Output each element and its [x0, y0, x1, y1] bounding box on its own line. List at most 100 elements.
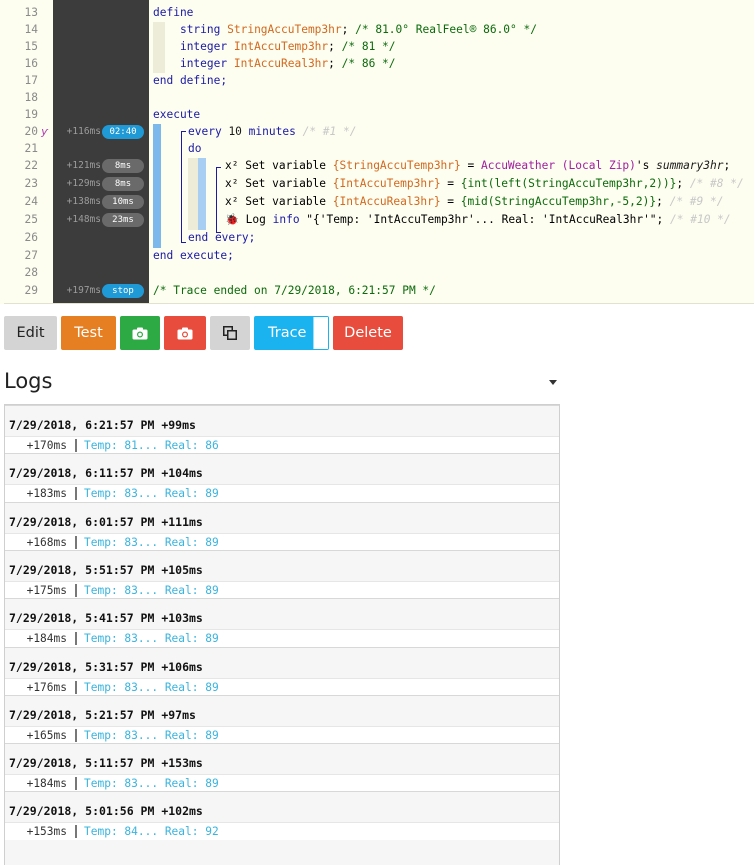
code-text: x² Set variable {IntAccuReal3hr} = {mid(… — [225, 195, 724, 208]
camera-snapshot-anon-button[interactable] — [164, 316, 206, 350]
log-level-bar — [75, 680, 77, 694]
log-message: Temp: 83... Real: 89 — [84, 632, 219, 646]
line-number: 21 — [24, 142, 38, 155]
log-line: +170ms Temp: 81... Real: 86 — [5, 436, 559, 454]
code-text: integer IntAccuReal3hr; /* 86 */ — [179, 57, 396, 70]
log-message: Temp: 83... Real: 89 — [84, 728, 219, 742]
code-line: 24 +138ms 10ms x² Set variable {IntAccuReal… — [0, 193, 754, 210]
log-entry: 7/29/2018, 6:01:57 PM +111ms +168ms Temp: … — [5, 501, 559, 551]
log-offset: +176ms — [26, 680, 67, 694]
line-number: 19 — [24, 108, 38, 121]
trace-toggle[interactable]: Trace — [254, 316, 329, 350]
log-level-bar — [75, 632, 77, 646]
code-text: end define; — [153, 74, 228, 87]
code-text: /* Trace ended on 7/29/2018, 6:21:57 PM … — [153, 284, 436, 297]
edit-button[interactable]: Edit — [4, 316, 57, 350]
log-level-bar — [75, 439, 77, 452]
code-line: 29 +197ms stop /* Trace ended on 7/29/2018,… — [0, 282, 754, 299]
log-timestamp: 7/29/2018, 5:11:57 PM +153ms — [9, 756, 203, 771]
log-offset: +184ms — [26, 632, 67, 646]
log-line: +165ms Temp: 83... Real: 89 — [5, 725, 559, 744]
log-timestamp: 7/29/2018, 5:31:57 PM +106ms — [9, 659, 203, 674]
log-entry: 7/29/2018, 5:51:57 PM +105ms +175ms Temp: … — [5, 549, 559, 599]
line-number: 14 — [24, 23, 38, 36]
copy-icon — [223, 326, 237, 340]
trace-time: +197ms — [66, 285, 101, 296]
log-line: +168ms Temp: 83... Real: 89 — [5, 532, 559, 551]
line-number: 25 — [24, 213, 38, 226]
code-line: 25 +148ms 23ms 🐞 Log info "{'Temp: 'IntAccu… — [0, 211, 754, 228]
log-entry-header: 7/29/2018, 5:51:57 PM +105ms — [5, 549, 559, 582]
log-entry: 7/29/2018, 5:11:57 PM +153ms +184ms Temp: … — [5, 743, 559, 793]
log-level-bar — [75, 583, 77, 597]
log-entry-header: 7/29/2018, 6:11:57 PM +104ms — [5, 453, 559, 486]
trace-time: +129ms — [66, 178, 101, 189]
log-entry: 7/29/2018, 5:41:57 PM +103ms +184ms Temp: … — [5, 598, 559, 648]
log-entry-header: 7/29/2018, 5:11:57 PM +153ms — [5, 743, 559, 776]
line-number: 27 — [24, 249, 38, 262]
code-line: 23 +129ms 8ms x² Set variable {IntAccuTemp3… — [0, 175, 754, 192]
log-timestamp: 7/29/2018, 5:21:57 PM +97ms — [9, 707, 196, 722]
line-number: 13 — [24, 6, 38, 19]
log-offset: +175ms — [26, 583, 67, 597]
trace-duration-badge: 02:40 — [102, 124, 144, 139]
code-text: 🐞 Log info "{'Temp: 'IntAccuTemp3hr'... … — [225, 213, 731, 226]
line-number: 18 — [24, 91, 38, 104]
log-offset: +170ms — [26, 439, 67, 452]
code-text: define — [153, 6, 194, 19]
code-line: 20 ƴ +116ms 02:40 every 10 minutes /* #1 */ — [0, 123, 754, 140]
line-number: 22 — [24, 159, 38, 172]
log-level-bar — [75, 825, 77, 839]
code-line: 21 do — [0, 140, 754, 157]
toggle-switch-knob — [313, 317, 328, 349]
camera-icon — [177, 327, 193, 340]
code-line: 17 end define; — [0, 72, 754, 89]
log-timestamp: 7/29/2018, 5:41:57 PM +103ms — [9, 611, 203, 626]
code-text: x² Set variable {StringAccuTemp3hr} = Ac… — [225, 159, 731, 172]
log-entry: 7/29/2018, 6:11:57 PM +104ms +183ms Temp: … — [5, 453, 559, 503]
code-line: 22 +121ms 8ms x² Set variable {StringAccuTe… — [0, 157, 754, 174]
piston-code-panel: 13 define 14 string StringAccuTemp3hr; /* … — [0, 0, 754, 304]
log-entry-header: 7/29/2018, 5:01:56 PM +102ms — [5, 791, 559, 824]
code-line: 14 string StringAccuTemp3hr; /* 81.0° Re… — [0, 21, 754, 38]
camera-snapshot-button[interactable] — [120, 316, 160, 350]
camera-icon — [132, 327, 148, 340]
code-line: 13 define — [0, 4, 754, 21]
duplicate-button[interactable] — [210, 316, 250, 350]
log-entry-header: 7/29/2018, 6:01:57 PM +111ms — [5, 501, 559, 534]
log-line: +175ms Temp: 83... Real: 89 — [5, 580, 559, 599]
log-level-bar — [75, 777, 77, 791]
log-line: +183ms Temp: 83... Real: 89 — [5, 484, 559, 503]
logs-title: Logs — [4, 369, 53, 393]
log-message: Temp: 81... Real: 86 — [84, 439, 219, 452]
line-number: 16 — [24, 57, 38, 70]
log-entry-header: 7/29/2018, 5:31:57 PM +106ms — [5, 646, 559, 679]
logs-list: 7/29/2018, 6:21:57 PM +99ms +170ms Temp: 8… — [4, 404, 560, 865]
code-text: execute — [153, 108, 201, 121]
log-line: +176ms Temp: 83... Real: 89 — [5, 677, 559, 696]
trace-duration-badge: 10ms — [102, 194, 144, 209]
test-button[interactable]: Test — [61, 316, 116, 350]
chevron-down-icon[interactable] — [549, 380, 557, 385]
log-offset: +183ms — [26, 487, 67, 501]
log-message: Temp: 84... Real: 92 — [84, 825, 219, 839]
code-text: end execute; — [153, 249, 234, 262]
code-line: 16 integer IntAccuReal3hr; /* 86 */ — [0, 55, 754, 72]
log-message: Temp: 83... Real: 89 — [84, 583, 219, 597]
log-offset: +153ms — [26, 825, 67, 839]
delete-button[interactable]: Delete — [333, 316, 403, 350]
line-number: 28 — [24, 266, 38, 279]
line-number: 24 — [24, 195, 38, 208]
line-number: 26 — [24, 231, 38, 244]
code-line: 18 — [0, 89, 754, 106]
log-message: Temp: 83... Real: 89 — [84, 680, 219, 694]
line-number: 15 — [24, 40, 38, 53]
log-level-bar — [75, 487, 77, 501]
log-entry: 7/29/2018, 5:01:56 PM +102ms +153ms Temp: … — [5, 791, 559, 841]
trace-time: +116ms — [66, 126, 101, 137]
trace-duration-badge: stop — [102, 283, 144, 298]
log-line: +184ms Temp: 83... Real: 89 — [5, 774, 559, 793]
code-text: end every; — [188, 231, 256, 244]
line-number: 17 — [24, 74, 38, 87]
log-entry: 7/29/2018, 6:21:57 PM +99ms +170ms Temp: 8… — [5, 405, 559, 454]
